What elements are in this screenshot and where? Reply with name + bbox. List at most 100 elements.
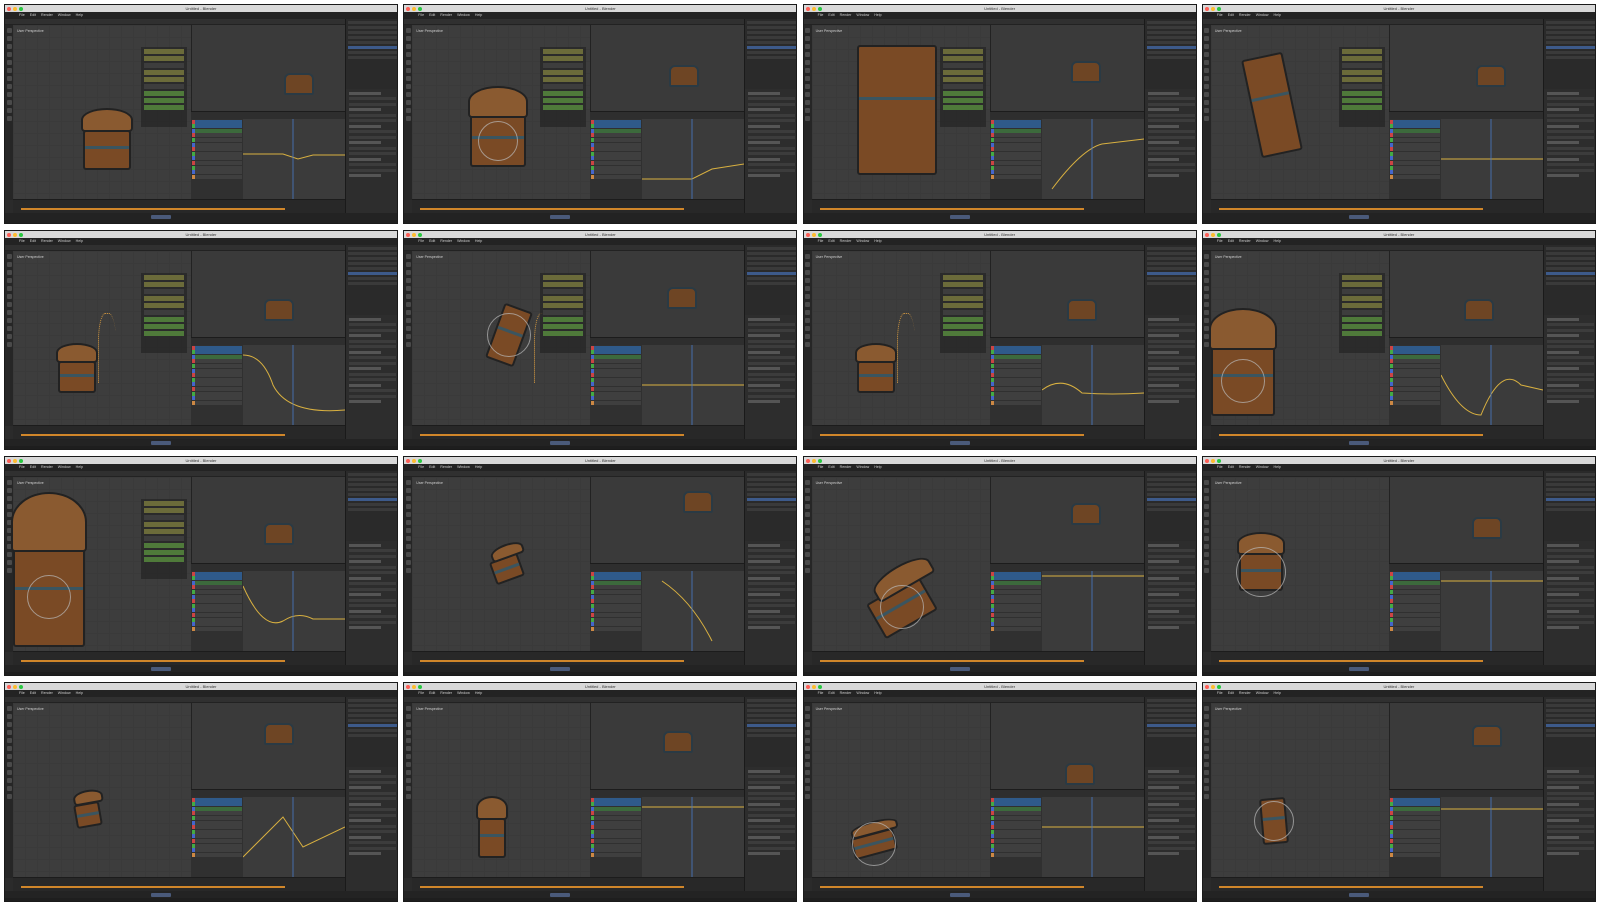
minimize-icon[interactable]	[1210, 458, 1215, 463]
property-row[interactable]	[1147, 846, 1195, 850]
channel-row[interactable]	[990, 585, 1041, 590]
property-row[interactable]	[748, 835, 781, 839]
outliner-row[interactable]	[1146, 482, 1196, 486]
transform-field[interactable]	[543, 296, 584, 301]
property-row[interactable]	[1546, 593, 1579, 596]
channel-row[interactable]	[591, 119, 642, 124]
channel-row[interactable]	[990, 147, 1041, 152]
channel-row[interactable]	[990, 599, 1041, 604]
property-row[interactable]	[349, 830, 396, 833]
channel-row[interactable]	[990, 825, 1041, 830]
play-controls[interactable]	[949, 666, 970, 671]
channel-row[interactable]	[591, 834, 642, 839]
property-row[interactable]	[1147, 130, 1195, 133]
property-row[interactable]	[748, 797, 796, 800]
tool-icon[interactable]	[405, 76, 411, 81]
property-row[interactable]	[748, 775, 796, 778]
channel-row[interactable]	[990, 815, 1041, 820]
property-row[interactable]	[1147, 124, 1180, 128]
tool-icon[interactable]	[805, 84, 811, 89]
transform-field[interactable]	[543, 98, 584, 103]
tool-icon[interactable]	[405, 552, 411, 557]
tool-icon[interactable]	[6, 270, 12, 275]
property-row[interactable]	[1546, 389, 1594, 392]
channel-row[interactable]	[591, 350, 642, 355]
channel-row[interactable]	[990, 350, 1041, 355]
channel-row[interactable]	[990, 142, 1041, 147]
outliner-row[interactable]	[1545, 728, 1595, 732]
property-row[interactable]	[1546, 163, 1594, 166]
outliner-row[interactable]	[1146, 276, 1196, 280]
chest-body[interactable]	[1240, 51, 1303, 159]
3d-viewport[interactable]: User Perspective	[412, 251, 591, 425]
tool-icon[interactable]	[1204, 552, 1210, 557]
fcurve[interactable]	[1051, 138, 1144, 190]
menu-item[interactable]: Render	[840, 238, 852, 245]
maximize-icon[interactable]	[1216, 458, 1221, 463]
menu-item[interactable]: Render	[1239, 690, 1251, 697]
property-row[interactable]	[748, 615, 796, 618]
property-row[interactable]	[1147, 400, 1180, 403]
channel-row[interactable]	[990, 852, 1041, 857]
timeline[interactable]	[1210, 199, 1543, 213]
property-row[interactable]	[1147, 769, 1180, 773]
transform-field[interactable]	[1341, 56, 1382, 61]
tool-icon[interactable]	[405, 318, 411, 323]
channel-row[interactable]	[591, 797, 642, 802]
channel-row[interactable]	[192, 133, 242, 138]
menu-item[interactable]: Render	[840, 464, 852, 471]
outliner-row[interactable]	[747, 487, 797, 491]
outliner-row[interactable]	[348, 25, 397, 29]
tool-icon[interactable]	[405, 786, 411, 791]
tool-icon[interactable]	[405, 92, 411, 97]
channel-row[interactable]	[1389, 852, 1440, 857]
outliner-row[interactable]	[1545, 477, 1595, 481]
tool-icon[interactable]	[805, 714, 811, 719]
property-row[interactable]	[349, 769, 381, 773]
outliner-row[interactable]	[747, 497, 797, 501]
tool-icon[interactable]	[805, 706, 811, 711]
outliner-row[interactable]	[1146, 50, 1196, 54]
tool-icon[interactable]	[6, 100, 12, 105]
outliner-row[interactable]	[747, 507, 797, 511]
outliner-row[interactable]	[747, 20, 797, 24]
transform-field[interactable]	[942, 310, 983, 315]
outliner-row[interactable]	[747, 718, 797, 722]
property-row[interactable]	[748, 841, 796, 844]
close-icon[interactable]	[805, 684, 810, 689]
tool-icon[interactable]	[405, 794, 411, 799]
camera-view[interactable]	[590, 251, 745, 337]
property-row[interactable]	[1147, 372, 1195, 376]
property-row[interactable]	[1147, 587, 1195, 591]
timeline[interactable]	[13, 425, 345, 439]
property-row[interactable]	[349, 163, 396, 166]
outliner-row[interactable]	[1146, 698, 1196, 702]
channel-row[interactable]	[591, 811, 642, 816]
menu-item[interactable]: Render	[41, 464, 53, 471]
menu-item[interactable]: Window	[58, 690, 71, 697]
property-row[interactable]	[748, 389, 796, 392]
outliner-row[interactable]	[348, 246, 397, 250]
property-row[interactable]	[1147, 576, 1180, 580]
channel-row[interactable]	[591, 377, 642, 382]
channel-row[interactable]	[591, 147, 642, 152]
play-controls[interactable]	[550, 892, 571, 897]
outliner-row[interactable]	[348, 256, 397, 260]
outliner-row[interactable]	[1146, 728, 1196, 732]
property-row[interactable]	[349, 383, 381, 387]
menu-item[interactable]: File	[19, 238, 25, 245]
channel-row[interactable]	[1389, 396, 1440, 401]
fcurve[interactable]	[243, 153, 345, 160]
property-row[interactable]	[349, 113, 396, 117]
channel-row[interactable]	[1389, 359, 1440, 364]
tool-icon[interactable]	[1204, 730, 1210, 735]
channel-row[interactable]	[1389, 142, 1440, 147]
tool-icon[interactable]	[6, 706, 12, 711]
outliner-row[interactable]	[348, 487, 397, 491]
outliner-row[interactable]	[348, 703, 397, 707]
property-row[interactable]	[1147, 543, 1180, 547]
transform-field[interactable]	[942, 324, 983, 329]
tool-icon[interactable]	[805, 334, 811, 339]
property-row[interactable]	[1147, 378, 1195, 381]
property-row[interactable]	[349, 130, 396, 133]
